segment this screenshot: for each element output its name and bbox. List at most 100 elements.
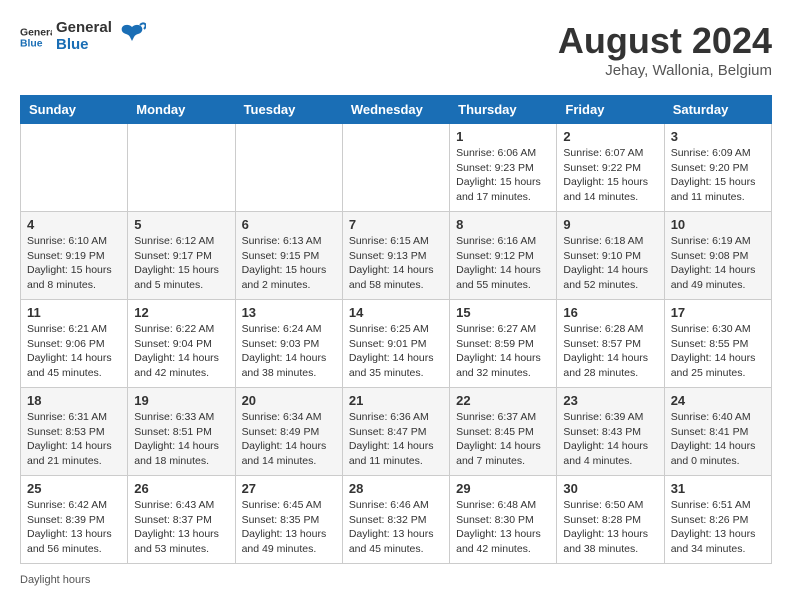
calendar-cell: 23Sunrise: 6:39 AM Sunset: 8:43 PM Dayli…: [557, 388, 664, 476]
month-title: August 2024: [558, 20, 772, 62]
calendar-cell: 10 Sunrise: 6:19 AM Sunset: 9:08 PM Dayli…: [664, 212, 771, 300]
calendar-cell: 26Sunrise: 6:43 AM Sunset: 8:37 PM Dayli…: [128, 476, 235, 564]
calendar-cell: 8 Sunrise: 6:16 AM Sunset: 9:12 PM Daylig…: [450, 212, 557, 300]
day-info: Sunrise: 6:34 AM Sunset: 8:49 PM Dayligh…: [242, 410, 336, 469]
calendar-table: SundayMondayTuesdayWednesdayThursdayFrid…: [20, 95, 772, 564]
day-info: Sunrise: 6:33 AM Sunset: 8:51 PM Dayligh…: [134, 410, 228, 469]
weekday-tuesday: Tuesday: [235, 96, 342, 124]
calendar-cell: 17 Sunrise: 6:30 AM Sunset: 8:55 PM Dayli…: [664, 300, 771, 388]
logo-bird-icon: [118, 19, 146, 47]
daylight-label: Daylight hours: [20, 574, 90, 586]
weekday-friday: Friday: [557, 96, 664, 124]
calendar-cell: 4 Sunrise: 6:10 AM Sunset: 9:19 PM Daylig…: [21, 212, 128, 300]
day-number: 17: [671, 305, 765, 320]
calendar-cell: 24 Sunrise: 6:40 AM Sunset: 8:41 PM Dayli…: [664, 388, 771, 476]
day-number: 28: [349, 481, 443, 496]
day-info: Sunrise: 6:51 AM Sunset: 8:26 PM Dayligh…: [671, 498, 765, 557]
day-info: Sunrise: 6:16 AM Sunset: 9:12 PM Dayligh…: [456, 234, 550, 293]
calendar-cell: 11Sunrise: 6:21 AM Sunset: 9:06 PM Dayli…: [21, 300, 128, 388]
weekday-wednesday: Wednesday: [342, 96, 449, 124]
week-row-5: 25Sunrise: 6:42 AM Sunset: 8:39 PM Dayli…: [21, 476, 772, 564]
svg-text:Blue: Blue: [20, 38, 43, 49]
day-number: 8: [456, 217, 550, 232]
logo-icon: General Blue: [20, 21, 52, 53]
day-info: Sunrise: 6:15 AM Sunset: 9:13 PM Dayligh…: [349, 234, 443, 293]
day-info: Sunrise: 6:19 AM Sunset: 9:08 PM Dayligh…: [671, 234, 765, 293]
day-number: 11: [27, 305, 121, 320]
calendar-cell: 22Sunrise: 6:37 AM Sunset: 8:45 PM Dayli…: [450, 388, 557, 476]
day-info: Sunrise: 6:40 AM Sunset: 8:41 PM Dayligh…: [671, 410, 765, 469]
day-number: 9: [563, 217, 657, 232]
week-row-3: 11Sunrise: 6:21 AM Sunset: 9:06 PM Dayli…: [21, 300, 772, 388]
svg-text:General: General: [20, 27, 52, 38]
calendar-cell: 15 Sunrise: 6:27 AM Sunset: 8:59 PM Dayli…: [450, 300, 557, 388]
weekday-sunday: Sunday: [21, 96, 128, 124]
calendar-cell: 16Sunrise: 6:28 AM Sunset: 8:57 PM Dayli…: [557, 300, 664, 388]
calendar-cell: 12Sunrise: 6:22 AM Sunset: 9:04 PM Dayli…: [128, 300, 235, 388]
week-row-4: 18 Sunrise: 6:31 AM Sunset: 8:53 PM Dayli…: [21, 388, 772, 476]
day-number: 6: [242, 217, 336, 232]
week-row-2: 4 Sunrise: 6:10 AM Sunset: 9:19 PM Daylig…: [21, 212, 772, 300]
day-info: Sunrise: 6:09 AM Sunset: 9:20 PM Dayligh…: [671, 146, 765, 205]
calendar-cell: 7Sunrise: 6:15 AM Sunset: 9:13 PM Daylig…: [342, 212, 449, 300]
weekday-header-row: SundayMondayTuesdayWednesdayThursdayFrid…: [21, 96, 772, 124]
day-info: Sunrise: 6:37 AM Sunset: 8:45 PM Dayligh…: [456, 410, 550, 469]
week-row-1: 1 Sunrise: 6:06 AM Sunset: 9:23 PM Daylig…: [21, 124, 772, 212]
day-info: Sunrise: 6:39 AM Sunset: 8:43 PM Dayligh…: [563, 410, 657, 469]
day-number: 30: [563, 481, 657, 496]
day-number: 19: [134, 393, 228, 408]
day-number: 25: [27, 481, 121, 496]
calendar-cell: [235, 124, 342, 212]
day-info: Sunrise: 6:10 AM Sunset: 9:19 PM Dayligh…: [27, 234, 121, 293]
title-block: August 2024 Jehay, Wallonia, Belgium: [558, 20, 772, 79]
calendar-cell: 1 Sunrise: 6:06 AM Sunset: 9:23 PM Daylig…: [450, 124, 557, 212]
day-number: 31: [671, 481, 765, 496]
calendar-cell: 28Sunrise: 6:46 AM Sunset: 8:32 PM Dayli…: [342, 476, 449, 564]
footer: Daylight hours: [20, 574, 772, 586]
day-number: 27: [242, 481, 336, 496]
day-number: 15: [456, 305, 550, 320]
weekday-thursday: Thursday: [450, 96, 557, 124]
day-info: Sunrise: 6:12 AM Sunset: 9:17 PM Dayligh…: [134, 234, 228, 293]
day-info: Sunrise: 6:36 AM Sunset: 8:47 PM Dayligh…: [349, 410, 443, 469]
day-info: Sunrise: 6:31 AM Sunset: 8:53 PM Dayligh…: [27, 410, 121, 469]
calendar-cell: [21, 124, 128, 212]
day-number: 14: [349, 305, 443, 320]
weekday-monday: Monday: [128, 96, 235, 124]
logo-general: General: [56, 20, 112, 37]
day-number: 12: [134, 305, 228, 320]
calendar-cell: 6 Sunrise: 6:13 AM Sunset: 9:15 PM Daylig…: [235, 212, 342, 300]
calendar-cell: 30 Sunrise: 6:50 AM Sunset: 8:28 PM Dayli…: [557, 476, 664, 564]
day-number: 5: [134, 217, 228, 232]
day-number: 10: [671, 217, 765, 232]
day-info: Sunrise: 6:13 AM Sunset: 9:15 PM Dayligh…: [242, 234, 336, 293]
day-number: 24: [671, 393, 765, 408]
day-number: 2: [563, 129, 657, 144]
page-header: General Blue General Blue August 2024 Je…: [20, 20, 772, 79]
calendar-cell: 13Sunrise: 6:24 AM Sunset: 9:03 PM Dayli…: [235, 300, 342, 388]
calendar-cell: 20 Sunrise: 6:34 AM Sunset: 8:49 PM Dayli…: [235, 388, 342, 476]
day-info: Sunrise: 6:25 AM Sunset: 9:01 PM Dayligh…: [349, 322, 443, 381]
calendar-cell: 5 Sunrise: 6:12 AM Sunset: 9:17 PM Daylig…: [128, 212, 235, 300]
day-info: Sunrise: 6:30 AM Sunset: 8:55 PM Dayligh…: [671, 322, 765, 381]
location: Jehay, Wallonia, Belgium: [558, 62, 772, 79]
calendar-cell: 18 Sunrise: 6:31 AM Sunset: 8:53 PM Dayli…: [21, 388, 128, 476]
day-number: 1: [456, 129, 550, 144]
day-info: Sunrise: 6:07 AM Sunset: 9:22 PM Dayligh…: [563, 146, 657, 205]
calendar-cell: [128, 124, 235, 212]
day-info: Sunrise: 6:48 AM Sunset: 8:30 PM Dayligh…: [456, 498, 550, 557]
day-info: Sunrise: 6:18 AM Sunset: 9:10 PM Dayligh…: [563, 234, 657, 293]
day-number: 18: [27, 393, 121, 408]
day-info: Sunrise: 6:50 AM Sunset: 8:28 PM Dayligh…: [563, 498, 657, 557]
day-info: Sunrise: 6:06 AM Sunset: 9:23 PM Dayligh…: [456, 146, 550, 205]
day-info: Sunrise: 6:45 AM Sunset: 8:35 PM Dayligh…: [242, 498, 336, 557]
day-info: Sunrise: 6:27 AM Sunset: 8:59 PM Dayligh…: [456, 322, 550, 381]
day-number: 16: [563, 305, 657, 320]
calendar-cell: 25Sunrise: 6:42 AM Sunset: 8:39 PM Dayli…: [21, 476, 128, 564]
calendar-cell: 19 Sunrise: 6:33 AM Sunset: 8:51 PM Dayli…: [128, 388, 235, 476]
weekday-saturday: Saturday: [664, 96, 771, 124]
day-number: 20: [242, 393, 336, 408]
day-number: 4: [27, 217, 121, 232]
calendar-cell: 14 Sunrise: 6:25 AM Sunset: 9:01 PM Dayli…: [342, 300, 449, 388]
calendar-cell: 2 Sunrise: 6:07 AM Sunset: 9:22 PM Daylig…: [557, 124, 664, 212]
